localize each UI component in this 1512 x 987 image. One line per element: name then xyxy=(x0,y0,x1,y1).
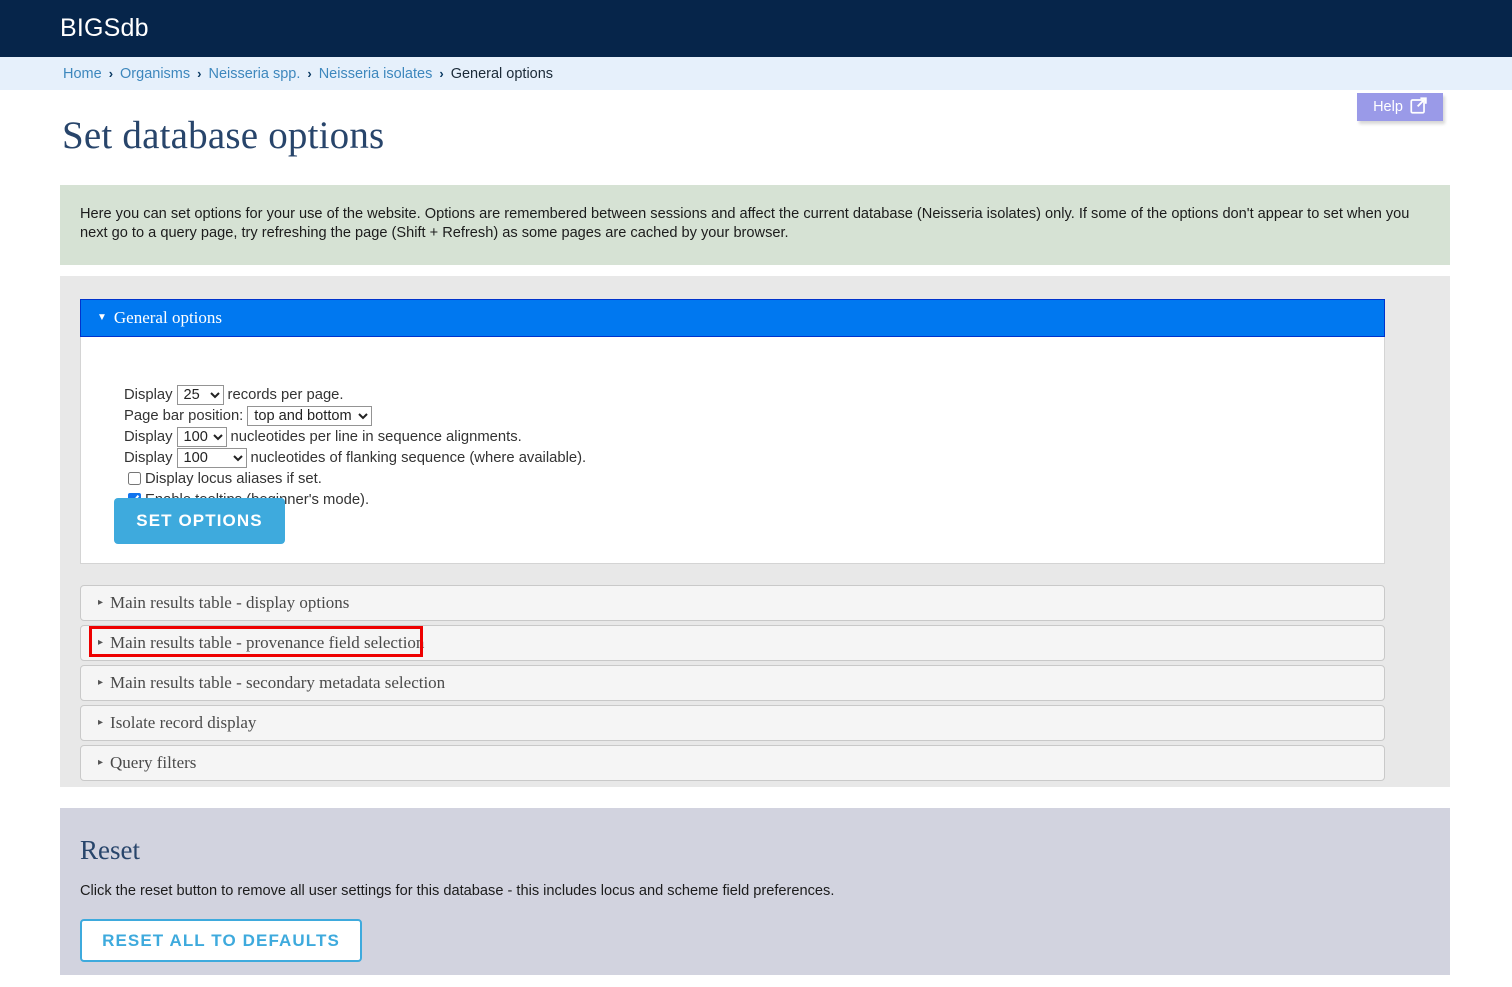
breadcrumb-separator: › xyxy=(439,66,444,81)
row-flanking-sequence: Display 100 nucleotides of flanking sequ… xyxy=(124,447,1384,468)
reset-title: Reset xyxy=(80,835,140,865)
reset-all-to-defaults-button[interactable]: RESET ALL TO DEFAULTS xyxy=(80,919,362,962)
row-page-bar-position: Page bar position: top and bottom xyxy=(124,405,1384,426)
accordion-label: Main results table - display options xyxy=(110,593,350,612)
page-title: Set database options xyxy=(62,114,385,157)
reset-panel: Reset Click the reset button to remove a… xyxy=(60,808,1450,975)
breadcrumb-item-current: General options xyxy=(450,65,554,82)
chevron-right-icon: ▸ xyxy=(98,717,104,728)
row-nucleotides-per-line: Display 100 nucleotides per line in sequ… xyxy=(124,426,1384,447)
accordion-label: Query filters xyxy=(110,753,197,772)
records-per-page-prefix: Display xyxy=(124,386,173,403)
chevron-right-icon: ▸ xyxy=(98,597,104,608)
general-options-form: Display 25 records per page. Page bar po… xyxy=(81,337,1384,510)
help-button-wrapper: Help xyxy=(1357,93,1443,121)
breadcrumb-item-organisms[interactable]: Organisms xyxy=(120,66,190,82)
app-brand: BIGSdb xyxy=(60,14,149,42)
row-records-per-page: Display 25 records per page. xyxy=(124,384,1384,405)
chevron-down-icon: ▼ xyxy=(97,312,107,323)
chevron-right-icon: ▸ xyxy=(98,757,104,768)
external-link-icon xyxy=(1410,96,1427,118)
flanking-sequence-prefix: Display xyxy=(124,449,173,466)
info-box-text: Here you can set options for your use of… xyxy=(80,206,1410,241)
breadcrumb: Home › Organisms › Neisseria spp. › Neis… xyxy=(0,57,1512,90)
flanking-sequence-suffix: nucleotides of flanking sequence (where … xyxy=(250,449,587,466)
flanking-sequence-select[interactable]: 100 xyxy=(176,447,247,468)
locus-aliases-label: Display locus aliases if set. xyxy=(145,470,322,487)
help-button[interactable]: Help xyxy=(1357,93,1443,121)
help-button-label: Help xyxy=(1373,99,1403,115)
set-options-button[interactable]: SET OPTIONS xyxy=(114,498,285,544)
nucleotides-per-line-suffix: nucleotides per line in sequence alignme… xyxy=(230,428,522,445)
accordion-main-results-provenance-field-selection[interactable]: ▸ Main results table - provenance field … xyxy=(80,625,1385,661)
breadcrumb-item-neisseria-isolates[interactable]: Neisseria isolates xyxy=(319,66,433,82)
accordion-label: Main results table - provenance field se… xyxy=(110,633,425,652)
page-bar-position-prefix: Page bar position: xyxy=(124,407,244,424)
info-box: Here you can set options for your use of… xyxy=(60,185,1450,265)
breadcrumb-separator: › xyxy=(197,66,202,81)
accordion-main-results-display-options[interactable]: ▸ Main results table - display options xyxy=(80,585,1385,621)
records-per-page-select[interactable]: 25 xyxy=(176,384,224,405)
accordion-query-filters[interactable]: ▸ Query filters xyxy=(80,745,1385,781)
page-bar-position-select[interactable]: top and bottom xyxy=(247,405,373,426)
breadcrumb-item-home[interactable]: Home xyxy=(63,66,102,82)
accordion-main-results-secondary-metadata-selection[interactable]: ▸ Main results table - secondary metadat… xyxy=(80,665,1385,701)
row-tooltips: Enable tooltips (beginner's mode). xyxy=(124,489,1384,510)
records-per-page-suffix: records per page. xyxy=(227,386,344,403)
nucleotides-per-line-prefix: Display xyxy=(124,428,173,445)
accordion-header-label: General options xyxy=(113,308,223,327)
options-panel: ▼ General options Display 25 records per… xyxy=(60,276,1450,787)
accordion-label: Isolate record display xyxy=(110,713,257,732)
breadcrumb-item-neisseria-spp[interactable]: Neisseria spp. xyxy=(208,66,300,82)
app-header: BIGSdb xyxy=(0,0,1512,57)
chevron-right-icon: ▸ xyxy=(98,637,104,648)
nucleotides-per-line-select[interactable]: 100 xyxy=(176,426,227,447)
accordion-body-general-options: Display 25 records per page. Page bar po… xyxy=(80,337,1385,564)
chevron-right-icon: ▸ xyxy=(98,677,104,688)
accordion-isolate-record-display[interactable]: ▸ Isolate record display xyxy=(80,705,1385,741)
locus-aliases-checkbox[interactable] xyxy=(128,472,141,485)
reset-description: Click the reset button to remove all use… xyxy=(80,883,835,899)
breadcrumb-separator: › xyxy=(307,66,312,81)
row-locus-aliases: Display locus aliases if set. xyxy=(124,468,1384,489)
breadcrumb-separator: › xyxy=(108,66,114,81)
accordion-label: Main results table - secondary metadata … xyxy=(110,673,446,692)
accordion-header-general-options[interactable]: ▼ General options xyxy=(80,299,1385,337)
